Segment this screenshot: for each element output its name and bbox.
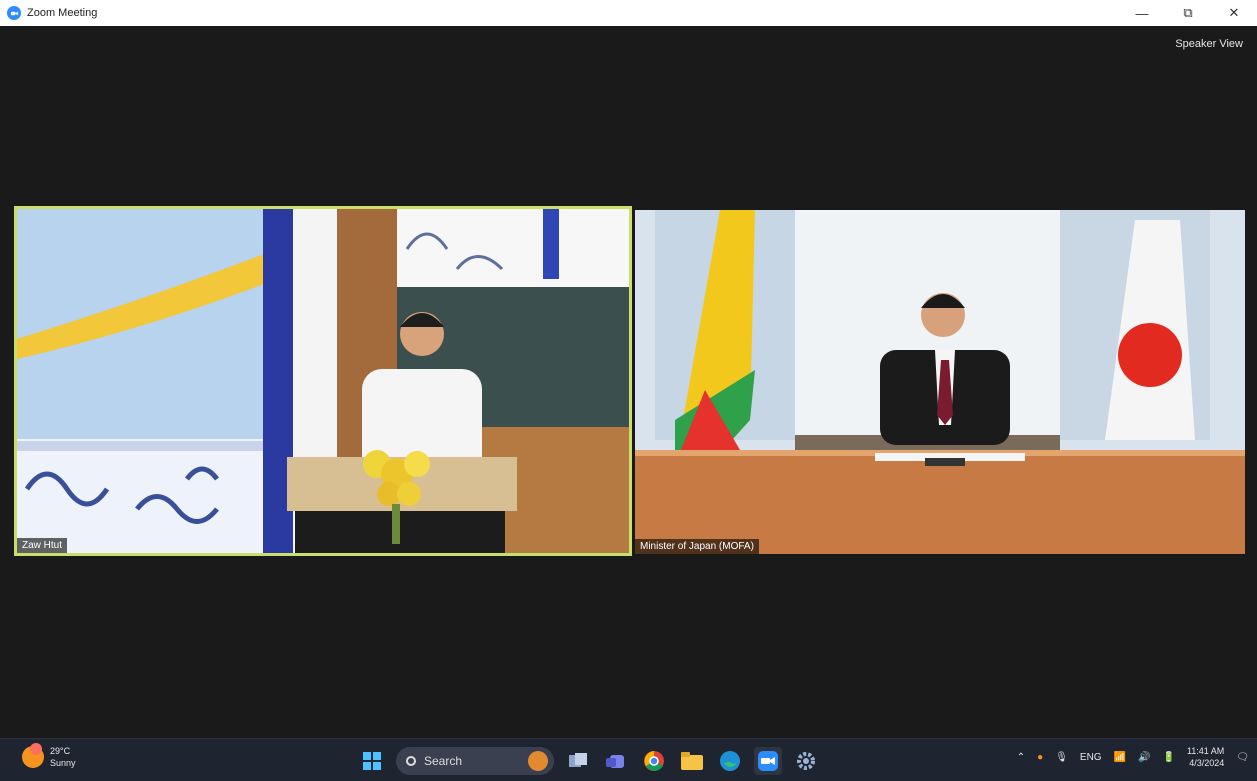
video-tile-active-speaker[interactable]: Zaw Htut — [14, 206, 632, 556]
window-titlebar: Zoom Meeting — ⧉ ✕ — [0, 0, 1257, 26]
minimize-button[interactable]: — — [1119, 0, 1165, 26]
edge-icon[interactable] — [716, 747, 744, 775]
weather-icon — [22, 743, 44, 768]
search-icon — [406, 756, 416, 766]
teams-icon[interactable] — [602, 747, 630, 775]
language-indicator[interactable]: ENG — [1080, 752, 1102, 763]
microphone-icon[interactable]: 🎙 — [1055, 752, 1068, 763]
speaker-view-button[interactable]: Speaker View — [1175, 38, 1243, 50]
taskbar-apps: Search — [358, 747, 830, 775]
notification-center-icon[interactable]: 🗨 — [1236, 752, 1249, 763]
notification-app-icon[interactable]: ● — [1037, 752, 1043, 763]
video-tile-participant[interactable]: Minister of Japan (MOFA) — [635, 210, 1245, 554]
volume-icon[interactable]: 🔊 — [1138, 752, 1150, 763]
chrome-icon[interactable] — [640, 747, 668, 775]
participant-name-tag: Minister of Japan (MOFA) — [635, 539, 759, 554]
taskbar-clock[interactable]: 11:41 AM 4/3/2024 — [1187, 745, 1224, 769]
windows-taskbar: 29°C Sunny Search ⌃ ● 🎙 ENG 📶 🔊 🔋 11:41 … — [0, 738, 1257, 781]
close-button[interactable]: ✕ — [1211, 0, 1257, 26]
file-explorer-icon[interactable] — [678, 747, 706, 775]
chevron-up-icon[interactable]: ⌃ — [1017, 752, 1025, 763]
search-highlight-icon — [528, 751, 548, 771]
start-icon[interactable] — [358, 747, 386, 775]
zoom-app-icon — [7, 6, 21, 20]
wifi-icon[interactable]: 📶 — [1114, 752, 1126, 763]
participant-name-tag: Zaw Htut — [17, 538, 68, 553]
weather-widget[interactable]: 29°C Sunny — [22, 743, 76, 769]
battery-icon[interactable]: 🔋 — [1162, 752, 1174, 763]
zoom-icon[interactable] — [754, 747, 782, 775]
weather-condition: Sunny — [50, 758, 76, 768]
taskbar-search[interactable]: Search — [396, 747, 554, 775]
restore-button[interactable]: ⧉ — [1165, 0, 1211, 26]
search-label: Search — [424, 754, 463, 768]
window-title: Zoom Meeting — [27, 7, 98, 19]
task-view-icon[interactable] — [564, 747, 592, 775]
weather-temp: 29°C — [50, 746, 71, 756]
settings-icon[interactable] — [792, 747, 820, 775]
participant-video-frame — [635, 210, 1245, 554]
system-tray: ⌃ ● 🎙 ENG 📶 🔊 🔋 11:41 AM 4/3/2024 🗨 — [1005, 745, 1249, 769]
meeting-stage: Speaker View Zaw Htut Minister of Japan … — [0, 26, 1257, 738]
speaker-video-frame — [17, 209, 629, 553]
clock-time: 11:41 AM — [1186, 746, 1225, 756]
clock-date: 4/3/2024 — [1189, 758, 1225, 768]
